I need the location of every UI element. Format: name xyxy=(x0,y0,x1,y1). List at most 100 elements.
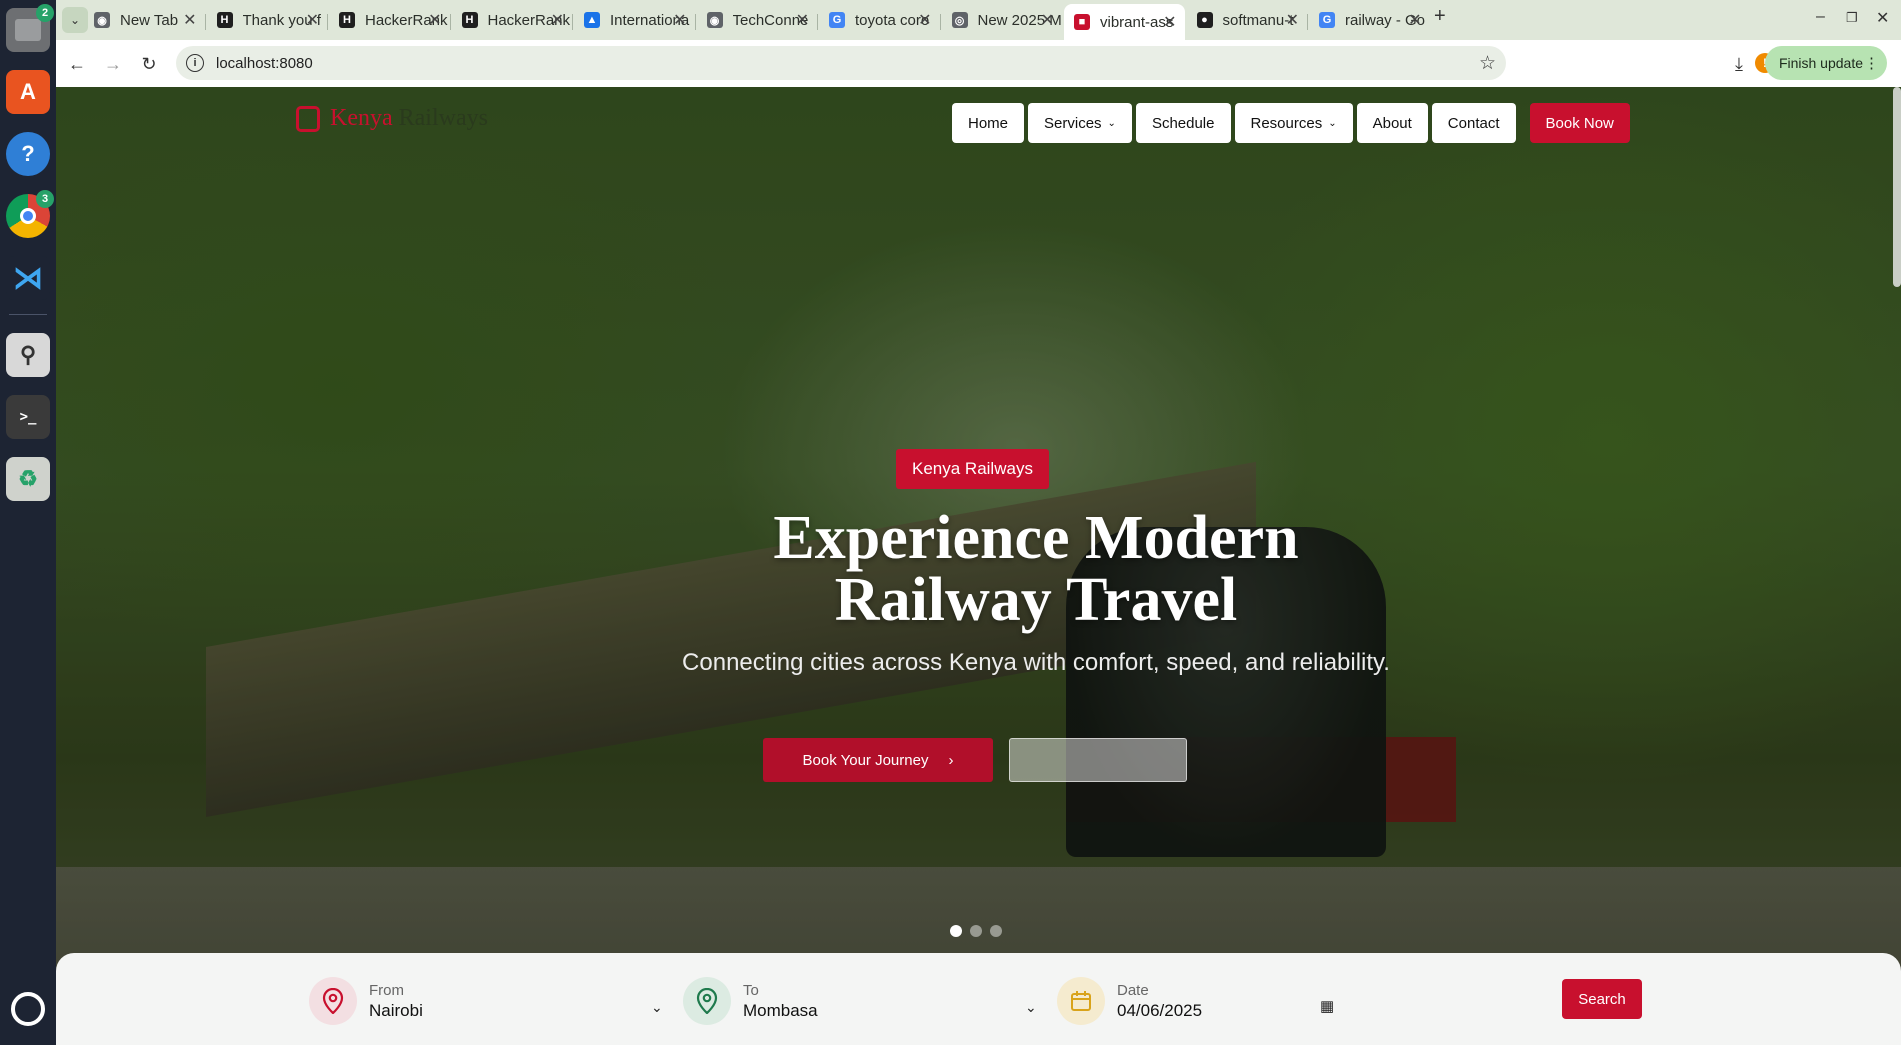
trash-icon[interactable]: ♻ xyxy=(6,457,50,501)
browser-tab[interactable]: Grailway - Go ✕ xyxy=(1309,6,1430,34)
nav-about[interactable]: About xyxy=(1356,103,1428,143)
files-app-icon[interactable]: 2 xyxy=(6,4,54,52)
to-label: To xyxy=(743,981,759,999)
to-select[interactable]: Mombasa xyxy=(743,1001,818,1021)
nav-contact[interactable]: Contact xyxy=(1431,103,1516,143)
image-viewer-icon[interactable]: ⚲ xyxy=(6,333,50,377)
chevron-down-icon[interactable]: ⌄ xyxy=(651,999,663,1016)
app-center-icon[interactable]: A xyxy=(6,70,50,114)
page-scrollbar[interactable] xyxy=(1893,87,1901,287)
browser-tab[interactable]: ● softmanu-t ✕ xyxy=(1187,6,1308,34)
address-bar[interactable]: i localhost:8080 ☆ xyxy=(176,46,1506,80)
tab-close-icon[interactable]: ✕ xyxy=(673,10,686,30)
logo-word-2: Railways xyxy=(398,105,488,131)
chevron-right-icon: › xyxy=(948,751,954,769)
train-logo-icon xyxy=(296,105,320,132)
site-logo[interactable]: Kenya Railways xyxy=(296,105,488,132)
tab-close-icon[interactable]: ✕ xyxy=(918,10,931,30)
browser-tab[interactable]: ◉ TechConne ✕ xyxy=(697,6,818,34)
nav-services[interactable]: Services ⌄ xyxy=(1028,103,1132,143)
tab-close-icon[interactable]: ✕ xyxy=(183,10,196,30)
tab-bar: ⌄ ◉ New Tab ✕ H Thank you f ✕ H HackerRank ✕ H Hac… xyxy=(56,0,1901,40)
browser-tab[interactable]: ■ vibrant-ass ✕ xyxy=(1064,4,1185,40)
book-now-label: Book Now xyxy=(1545,114,1614,132)
minimize-button[interactable]: – xyxy=(1816,8,1825,26)
tab-close-icon[interactable]: ✕ xyxy=(551,10,564,30)
chevron-down-icon: ⌄ xyxy=(1107,117,1116,129)
close-window-button[interactable]: ✕ xyxy=(1876,8,1889,28)
page-viewport: Kenya Railways Home Services ⌄ Schedule R… xyxy=(56,87,1901,1045)
tab-separator xyxy=(327,14,328,30)
show-apps-icon[interactable] xyxy=(6,987,50,1031)
browser-tab[interactable]: H HackerRank ✕ xyxy=(329,6,450,34)
tab-favicon-icon: G xyxy=(1319,12,1335,28)
hero-title: Experience Modern Railway Travel xyxy=(556,507,1516,631)
finish-update-button[interactable]: Finish update ⋮ xyxy=(1764,46,1887,80)
tab-favicon-icon: ◉ xyxy=(94,12,110,28)
secondary-cta-button[interactable] xyxy=(1009,738,1187,782)
tab-favicon-icon: ● xyxy=(1196,12,1213,28)
tab-separator xyxy=(449,14,451,30)
tab-close-icon[interactable]: ✕ xyxy=(306,10,319,30)
booking-bar: From Nairobi ⌄ To Mombasa ⌄ Date 04/06/2… xyxy=(56,953,1901,1045)
forward-icon[interactable]: → xyxy=(100,51,126,77)
terminal-icon[interactable]: >_ xyxy=(6,395,50,439)
restore-button[interactable]: ❐ xyxy=(1846,10,1858,26)
search-button[interactable]: Search xyxy=(1562,979,1642,1019)
hero-subtitle: Connecting cities across Kenya with comf… xyxy=(682,649,1390,676)
menu-dots-icon[interactable]: ⋮ xyxy=(1864,54,1879,72)
nav-resources-label: Resources xyxy=(1250,114,1323,132)
nav-about-label: About xyxy=(1372,114,1412,132)
map-pin-icon xyxy=(309,977,357,1025)
bookmark-star-icon[interactable]: ☆ xyxy=(1479,52,1496,75)
book-your-journey-button[interactable]: Book Your Journey › xyxy=(763,738,993,782)
browser-tab[interactable]: H HackerRank ✕ xyxy=(452,6,573,34)
slide-indicators xyxy=(950,925,1010,937)
nav-home[interactable]: Home xyxy=(952,103,1025,143)
from-field[interactable]: From Nairobi ⌄ xyxy=(309,975,669,1027)
slide-dot[interactable] xyxy=(970,925,982,937)
tab-favicon-icon: ▲ xyxy=(584,12,600,28)
tab-close-icon[interactable]: ✕ xyxy=(1163,12,1176,32)
tab-close-icon[interactable]: ✕ xyxy=(1041,10,1054,30)
tab-close-icon[interactable]: ✕ xyxy=(796,10,809,30)
chrome-icon[interactable]: 3 xyxy=(6,190,54,238)
tab-separator xyxy=(572,14,573,30)
browser-tab[interactable]: ◎ New 2025 M ✕ xyxy=(942,6,1063,34)
slide-dot[interactable] xyxy=(950,925,962,937)
browser-tab[interactable]: H Thank you f ✕ xyxy=(207,6,328,34)
download-icon[interactable]: ⤓ xyxy=(1726,51,1752,77)
tab-separator xyxy=(1307,14,1308,30)
reload-icon[interactable]: ↻ xyxy=(136,51,162,77)
tab-favicon-icon: ◎ xyxy=(951,12,968,28)
tab-separator xyxy=(694,14,696,30)
tab-favicon-icon: H xyxy=(216,12,233,28)
browser-tab[interactable]: Gtoyota coro ✕ xyxy=(819,6,940,34)
nav-resources[interactable]: Resources ⌄ xyxy=(1234,103,1353,143)
browser-tab[interactable]: ◉ New Tab ✕ xyxy=(84,6,205,34)
slide-dot[interactable] xyxy=(990,925,1002,937)
vscode-icon[interactable]: ⋊ xyxy=(6,256,50,300)
back-icon[interactable]: ← xyxy=(64,51,90,77)
date-field[interactable]: Date 04/06/2025 ▦ xyxy=(1057,975,1347,1027)
browser-tab[interactable]: ▲ Internationa ✕ xyxy=(574,6,695,34)
calendar-picker-icon[interactable]: ▦ xyxy=(1320,997,1334,1015)
map-pin-icon xyxy=(683,977,731,1025)
tab-close-icon[interactable]: ✕ xyxy=(1408,10,1421,30)
date-input[interactable]: 04/06/2025 xyxy=(1117,1001,1202,1021)
chrome-center-icon xyxy=(20,208,36,224)
help-icon[interactable]: ? xyxy=(6,132,50,176)
url-text[interactable]: localhost:8080 xyxy=(216,55,313,72)
tab-favicon-icon: H xyxy=(339,12,355,28)
logo-text: Kenya Railways xyxy=(330,105,488,132)
site-info-icon[interactable]: i xyxy=(186,54,204,72)
chrome-badge: 3 xyxy=(36,190,54,208)
book-now-button[interactable]: Book Now xyxy=(1529,103,1630,143)
new-tab-button[interactable]: + xyxy=(1434,5,1446,28)
nav-schedule[interactable]: Schedule xyxy=(1135,103,1231,143)
tab-close-icon[interactable]: ✕ xyxy=(1286,10,1299,30)
to-field[interactable]: To Mombasa ⌄ xyxy=(683,975,1043,1027)
from-select[interactable]: Nairobi xyxy=(369,1001,423,1021)
chevron-down-icon[interactable]: ⌄ xyxy=(1025,999,1037,1016)
tab-close-icon[interactable]: ✕ xyxy=(428,10,441,30)
